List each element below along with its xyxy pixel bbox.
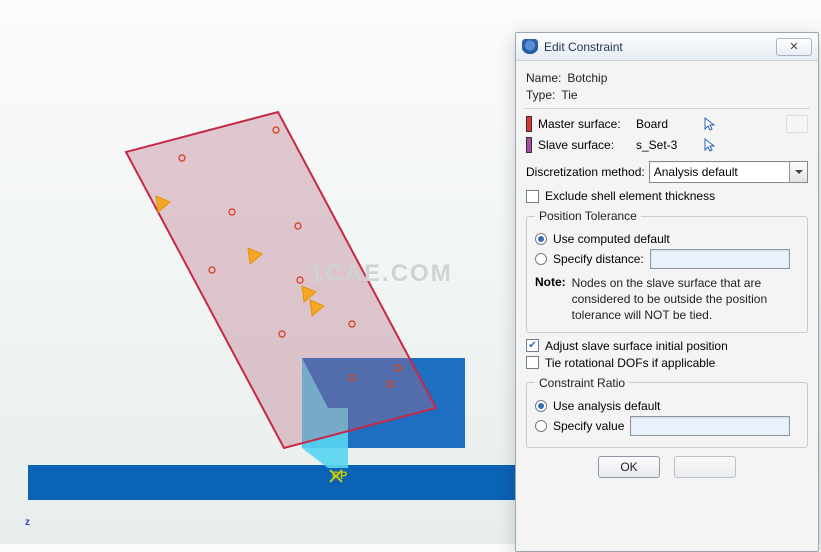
tie-rot-checkbox[interactable] — [526, 356, 539, 369]
position-tolerance-legend: Position Tolerance — [535, 209, 641, 223]
adjust-slave-checkbox[interactable] — [526, 339, 539, 352]
exclude-thickness-checkbox[interactable] — [526, 190, 539, 203]
separator — [524, 108, 810, 109]
pos-tol-note-label: Note: — [535, 275, 566, 324]
cancel-button[interactable] — [674, 456, 736, 478]
floor-plane — [28, 465, 520, 500]
master-surface-label: Master surface: — [538, 117, 636, 131]
pos-tol-specify-radio[interactable] — [535, 253, 547, 265]
discretization-select[interactable]: Analysis default — [649, 161, 808, 183]
pos-tol-default-radio[interactable] — [535, 233, 547, 245]
pick-slave-button[interactable] — [702, 137, 718, 153]
cursor-icon — [702, 116, 718, 132]
slave-surface-value: s_Set-3 — [636, 138, 696, 152]
ok-button-label: OK — [620, 460, 637, 474]
constraint-ratio-legend: Constraint Ratio — [535, 376, 629, 390]
pos-tol-note-text: Nodes on the slave surface that are cons… — [572, 275, 799, 324]
pos-tol-specify-label: Specify distance: — [553, 252, 644, 266]
pcb-board — [126, 112, 436, 448]
ok-button[interactable]: OK — [598, 456, 660, 478]
swap-surfaces-button[interactable] — [786, 115, 808, 133]
ratio-specify-label: Specify value — [553, 419, 624, 433]
master-surface-value: Board — [636, 117, 696, 131]
dialog-title: Edit Constraint — [544, 40, 776, 54]
cursor-icon — [702, 137, 718, 153]
type-value: Tie — [561, 88, 577, 102]
name-value: Botchip — [567, 71, 607, 85]
tie-rot-label: Tie rotational DOFs if applicable — [545, 356, 715, 370]
ratio-default-radio[interactable] — [535, 400, 547, 412]
pos-tol-distance-input[interactable] — [650, 249, 790, 269]
rp-label: RP — [332, 470, 347, 482]
edit-constraint-dialog: Edit Constraint ✕ Name: Botchip Type: Ti… — [515, 32, 819, 552]
master-swatch-icon — [526, 116, 532, 132]
dialog-titlebar[interactable]: Edit Constraint ✕ — [516, 33, 818, 61]
ratio-specify-radio[interactable] — [535, 420, 547, 432]
slave-swatch-icon — [526, 137, 532, 153]
close-icon: ✕ — [789, 40, 798, 53]
exclude-thickness-label: Exclude shell element thickness — [545, 189, 715, 203]
adjust-slave-label: Adjust slave surface initial position — [545, 339, 728, 353]
type-label: Type: — [526, 88, 555, 102]
slave-surface-label: Slave surface: — [538, 138, 636, 152]
pos-tol-default-label: Use computed default — [553, 232, 670, 246]
ratio-default-label: Use analysis default — [553, 399, 660, 413]
discretization-value: Analysis default — [654, 165, 738, 179]
constraint-ratio-group: Constraint Ratio Use analysis default Sp… — [526, 376, 808, 448]
close-button[interactable]: ✕ — [776, 38, 812, 56]
pick-master-button[interactable] — [702, 116, 718, 132]
chevron-down-icon — [789, 162, 807, 182]
ratio-value-input[interactable] — [630, 416, 790, 436]
position-tolerance-group: Position Tolerance Use computed default … — [526, 209, 808, 333]
axis-z-label: z — [25, 517, 30, 528]
discretization-label: Discretization method: — [526, 165, 645, 179]
app-icon — [522, 39, 538, 55]
name-label: Name: — [526, 71, 561, 85]
